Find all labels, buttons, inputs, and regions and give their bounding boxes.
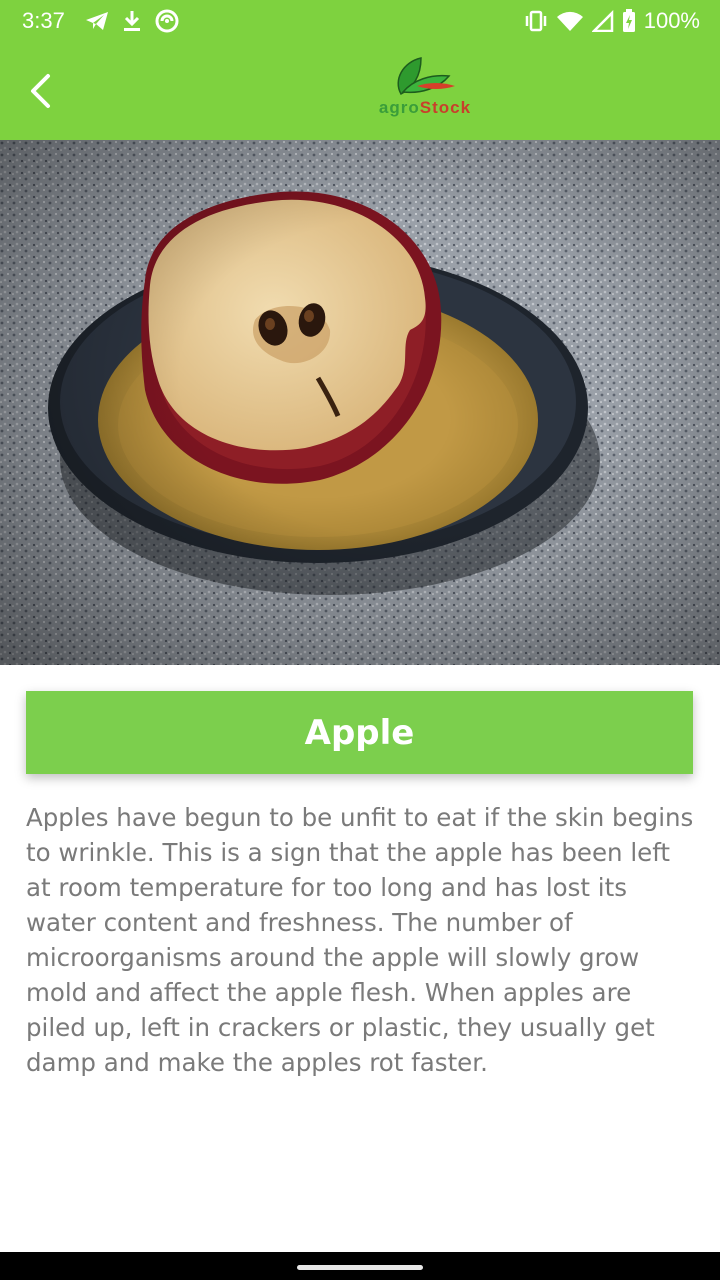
app-bar: agroStock <box>0 42 720 140</box>
logo-text-agro: agro <box>378 98 420 117</box>
logo-text-stock: Stock <box>419 98 472 117</box>
sync-icon <box>155 9 179 33</box>
notification-icons <box>84 8 180 34</box>
item-description: Apples have begun to be unfit to eat if … <box>26 803 694 1077</box>
logo-wordmark: agroStock <box>363 98 487 118</box>
wifi-icon <box>556 11 583 31</box>
signal-icon <box>591 10 613 32</box>
battery-percentage: 100% <box>643 8 700 33</box>
vibrate-icon <box>525 10 546 32</box>
telegram-icon <box>86 12 108 30</box>
status-bar: 3:37 100% <box>0 0 720 42</box>
agrostock-logo: agroStock <box>363 54 487 120</box>
chevron-left-icon <box>31 74 50 108</box>
home-gesture-handle[interactable] <box>297 1265 423 1270</box>
item-title: Apple <box>304 712 415 753</box>
navigation-bar <box>0 1252 720 1280</box>
dried-apple-photo <box>0 140 720 665</box>
battery-charging-icon <box>622 9 635 32</box>
item-title-card: Apple <box>26 691 693 774</box>
back-button[interactable] <box>20 68 60 114</box>
download-icon <box>124 11 140 31</box>
hero-image <box>0 140 720 665</box>
status-time: 3:37 <box>22 8 65 33</box>
system-icons: 100% <box>524 8 700 34</box>
leaf-logo-icon <box>397 57 455 95</box>
